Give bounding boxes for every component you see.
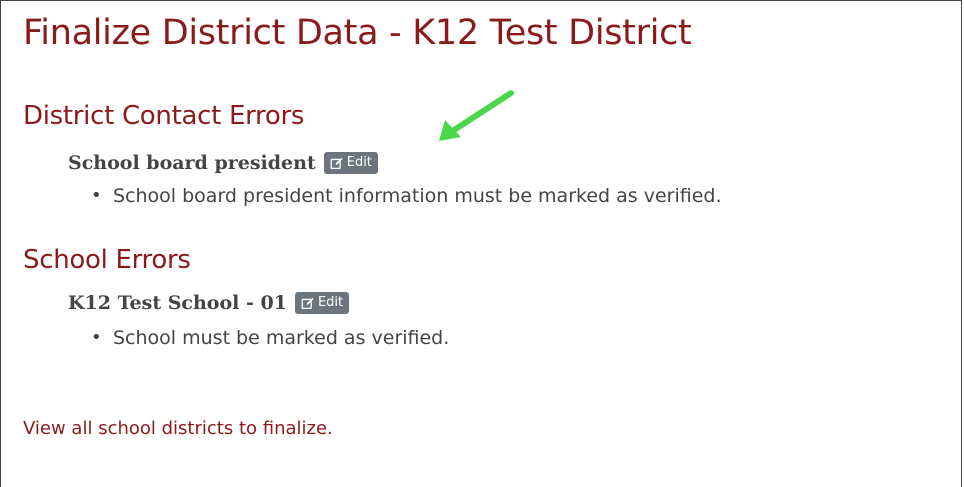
bullet: •	[91, 185, 102, 206]
page-title: Finalize District Data - K12 Test Distri…	[23, 13, 692, 53]
error-text: School must be marked as verified.	[113, 327, 450, 349]
edit-icon	[301, 297, 314, 310]
edit-button-label: Edit	[317, 295, 344, 310]
item-header-k12-test-school: K12 Test School - 01 Edit	[68, 292, 350, 314]
page-frame: Finalize District Data - K12 Test Distri…	[0, 0, 962, 487]
item-header-school-board-president: School board president Edit	[68, 152, 378, 174]
item-name: School board president	[68, 152, 316, 174]
view-all-districts-link[interactable]: View all school districts to finalize.	[23, 418, 333, 439]
error-list: • School must be marked as verified.	[91, 327, 449, 349]
annotation-arrow	[439, 90, 514, 141]
list-item: • School must be marked as verified.	[91, 327, 449, 349]
edit-button-label: Edit	[346, 155, 372, 170]
item-name: K12 Test School - 01	[68, 292, 287, 314]
error-list: • School board president information must…	[91, 185, 722, 207]
bullet: •	[91, 327, 102, 348]
section-title-school-errors: School Errors	[23, 245, 191, 275]
edit-icon	[330, 157, 343, 170]
edit-button-school-board-president[interactable]: Edit	[323, 152, 378, 174]
edit-button-k12-test-school[interactable]: Edit	[294, 292, 350, 314]
section-title-district-contact-errors: District Contact Errors	[23, 101, 305, 131]
error-text: School board president information must …	[113, 185, 722, 207]
list-item: • School board president information must…	[91, 185, 722, 207]
